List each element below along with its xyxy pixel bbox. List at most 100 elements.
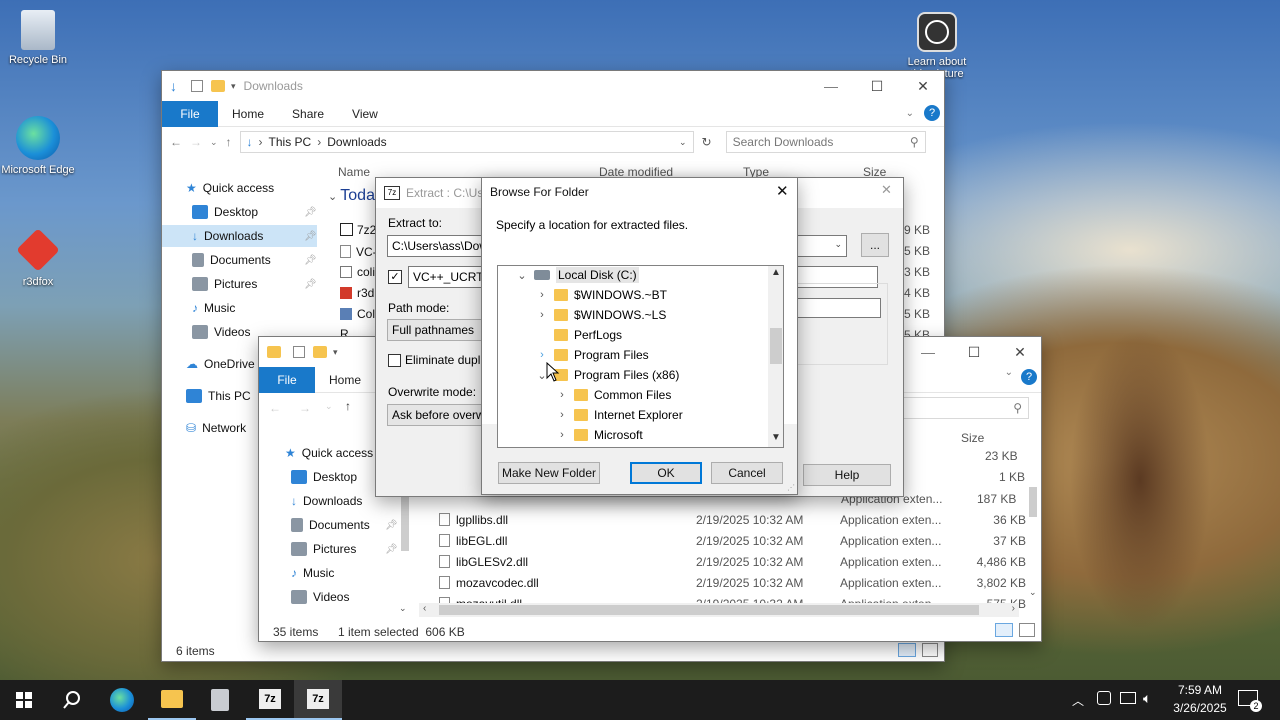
chevron-right-icon[interactable]: › bbox=[536, 289, 548, 301]
pin-icon[interactable]: 📌︎ bbox=[304, 255, 317, 266]
list-item[interactable]: coli bbox=[340, 261, 375, 282]
folder-tree[interactable]: ⌄ Local Disk (C:) › $WINDOWS.~BT › $WINDOWS.~… bbox=[497, 265, 784, 448]
minimize-button[interactable]: — bbox=[808, 71, 854, 101]
taskbar-file-explorer[interactable] bbox=[148, 680, 196, 720]
taskbar-7zip-active[interactable]: 7z bbox=[294, 680, 342, 720]
nav-music[interactable]: ♪ Music bbox=[192, 297, 235, 319]
eliminate-duplicates-checkbox[interactable] bbox=[388, 354, 401, 367]
table-row[interactable]: mozavcodec.dll 2/19/2025 10:32 AM Applicat… bbox=[439, 572, 1029, 593]
ok-button[interactable]: OK bbox=[630, 462, 702, 484]
scrollbar-thumb[interactable] bbox=[439, 605, 979, 615]
nav-desktop[interactable]: Desktop bbox=[291, 466, 357, 488]
chevron-right-icon[interactable]: › bbox=[536, 309, 548, 321]
column-header-size[interactable]: Size bbox=[961, 431, 984, 445]
minimize-button[interactable]: — bbox=[905, 337, 951, 367]
pin-icon[interactable]: 📌︎ bbox=[385, 544, 398, 555]
up-arrow-icon[interactable]: ↑ bbox=[345, 399, 351, 413]
help-icon[interactable]: ? bbox=[1021, 369, 1037, 385]
list-item[interactable]: VC- bbox=[340, 241, 377, 262]
list-item[interactable]: Col bbox=[340, 303, 375, 324]
nav-downloads[interactable]: ↓ Downloads bbox=[162, 225, 317, 247]
recent-locations-icon[interactable]: ⌄ bbox=[210, 137, 218, 148]
recent-locations-icon[interactable]: ⌄ bbox=[325, 401, 333, 412]
back-arrow-icon[interactable]: ← bbox=[269, 401, 281, 415]
nav-downloads[interactable]: ↓ Downloads bbox=[291, 490, 362, 512]
properties-icon[interactable] bbox=[293, 346, 305, 358]
close-button[interactable]: ✕ bbox=[776, 182, 789, 200]
table-row[interactable]: libEGL.dll 2/19/2025 10:32 AM Application … bbox=[439, 530, 1029, 551]
quick-access-toolbar-icon[interactable]: ↓ bbox=[170, 78, 177, 94]
search-button[interactable] bbox=[48, 680, 96, 720]
refresh-icon[interactable]: ↻ bbox=[702, 135, 712, 149]
nav-documents[interactable]: Documents bbox=[192, 249, 271, 271]
show-hidden-icons-icon[interactable]: ︿ bbox=[1072, 692, 1084, 709]
chevron-right-icon[interactable]: › bbox=[536, 349, 548, 361]
horizontal-scrollbar[interactable]: ‹ › bbox=[419, 603, 1019, 617]
properties-icon[interactable] bbox=[191, 80, 203, 92]
address-dropdown-icon[interactable]: ⌄ bbox=[679, 137, 687, 148]
tab-share[interactable]: Share bbox=[278, 107, 338, 121]
chevron-down-icon[interactable]: ⌄ bbox=[516, 269, 528, 282]
make-new-folder-button[interactable]: Make New Folder bbox=[498, 462, 600, 484]
scroll-up-icon[interactable]: ▲ bbox=[771, 267, 781, 278]
nav-quick-access[interactable]: ★ Quick access bbox=[186, 177, 274, 199]
list-item[interactable]: r3d bbox=[340, 282, 374, 303]
new-folder-icon[interactable] bbox=[211, 80, 225, 92]
scroll-right-icon[interactable]: › bbox=[1012, 603, 1015, 614]
tree-item[interactable]: ⌄ Local Disk (C:) bbox=[516, 266, 639, 285]
scrollbar-thumb[interactable] bbox=[770, 328, 782, 364]
breadcrumb-this-pc[interactable]: This PC bbox=[269, 135, 312, 149]
tree-item[interactable]: PerfLogs bbox=[536, 325, 622, 345]
group-header[interactable]: ⌄ Toda bbox=[328, 187, 375, 205]
details-view-icon[interactable] bbox=[995, 623, 1013, 637]
nav-videos[interactable]: Videos bbox=[291, 586, 349, 608]
tree-item[interactable]: › $WINDOWS.~BT bbox=[536, 285, 667, 305]
nav-scroll-down-icon[interactable]: ⌄ bbox=[399, 603, 407, 614]
pin-icon[interactable]: 📌︎ bbox=[304, 279, 317, 290]
search-input[interactable]: Search Downloads ⚲ bbox=[725, 131, 926, 153]
tab-view[interactable]: View bbox=[338, 107, 392, 121]
large-icons-view-icon[interactable] bbox=[1019, 623, 1035, 637]
browse-for-folder-dialog[interactable]: Browse For Folder ✕ Specify a location f… bbox=[481, 177, 798, 495]
tab-file[interactable]: File bbox=[162, 100, 218, 127]
tree-scrollbar[interactable]: ▲ ▼ bbox=[768, 266, 783, 447]
back-arrow-icon[interactable]: ← bbox=[170, 135, 182, 149]
device-icon[interactable] bbox=[1097, 691, 1111, 705]
nav-quick-access[interactable]: ★ Quick access bbox=[285, 442, 373, 464]
help-button[interactable]: Help bbox=[803, 464, 891, 486]
breadcrumb-downloads[interactable]: Downloads bbox=[327, 135, 386, 149]
tree-item[interactable]: › Internet Explorer bbox=[556, 405, 683, 425]
r3dfox-shortcut[interactable]: r3dfox bbox=[0, 228, 76, 288]
nav-music[interactable]: ♪ Music bbox=[291, 562, 334, 584]
table-row[interactable]: libGLESv2.dll 2/19/2025 10:32 AM Applicati… bbox=[439, 551, 1029, 572]
help-icon[interactable]: ? bbox=[924, 105, 940, 121]
expand-ribbon-icon[interactable]: ⌄ bbox=[906, 108, 914, 119]
search-input[interactable]: x ⚲ bbox=[889, 397, 1029, 419]
list-item[interactable]: 7z2 bbox=[340, 219, 376, 240]
nav-desktop[interactable]: Desktop bbox=[192, 201, 258, 223]
nav-pictures[interactable]: Pictures bbox=[192, 273, 257, 295]
expand-ribbon-icon[interactable]: ⌄ bbox=[1005, 367, 1013, 378]
nav-videos[interactable]: Videos bbox=[192, 321, 250, 343]
chevron-right-icon[interactable]: › bbox=[556, 409, 568, 421]
column-header-name[interactable]: Name bbox=[338, 165, 370, 179]
details-view-icon[interactable] bbox=[898, 643, 916, 657]
cancel-button[interactable]: Cancel bbox=[711, 462, 783, 484]
start-button[interactable] bbox=[0, 680, 48, 720]
close-button[interactable]: ✕ bbox=[997, 337, 1043, 367]
pin-icon[interactable]: 📌︎ bbox=[304, 231, 317, 242]
nav-this-pc[interactable]: This PC bbox=[186, 385, 251, 407]
browse-button[interactable]: ... bbox=[861, 233, 889, 257]
maximize-button[interactable]: ☐ bbox=[854, 71, 900, 101]
nav-pictures[interactable]: Pictures bbox=[291, 538, 356, 560]
maximize-button[interactable]: ☐ bbox=[951, 337, 997, 367]
volume-muted-icon[interactable]: 🔈︎ bbox=[1143, 690, 1151, 707]
nav-documents[interactable]: Documents bbox=[291, 514, 370, 536]
clock-time[interactable]: 7:59 AM bbox=[1170, 683, 1230, 697]
forward-arrow-icon[interactable]: → bbox=[299, 401, 311, 415]
taskbar-7zip[interactable]: 7z bbox=[246, 680, 294, 720]
chevron-right-icon[interactable]: › bbox=[556, 389, 568, 401]
vertical-scrollbar[interactable] bbox=[1029, 487, 1037, 517]
pin-icon[interactable]: 📌︎ bbox=[385, 520, 398, 531]
edge-shortcut[interactable]: Microsoft Edge bbox=[0, 116, 76, 176]
